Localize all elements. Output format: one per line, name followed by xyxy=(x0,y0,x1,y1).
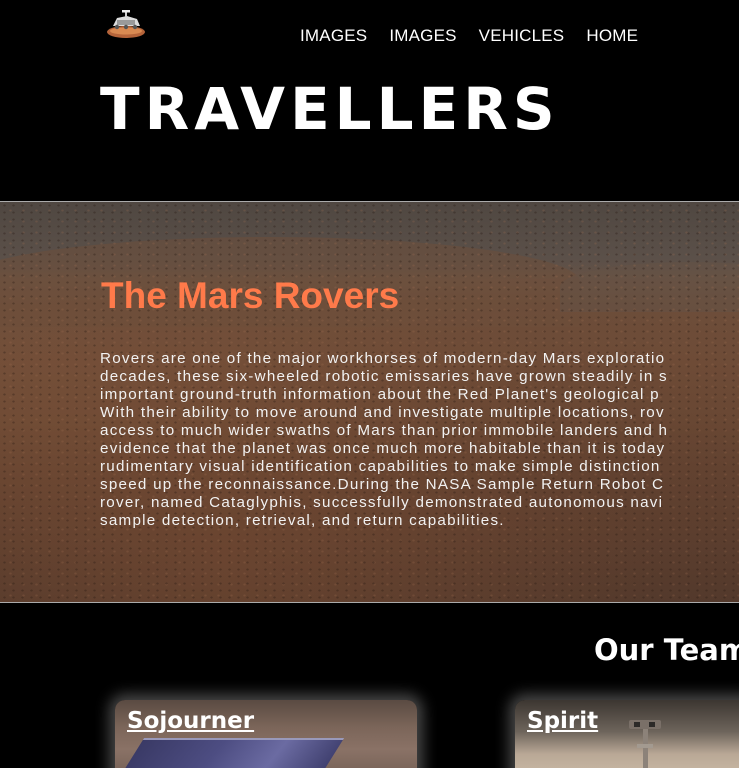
team-card-label-sojourner[interactable]: Sojourner xyxy=(127,706,254,736)
site-header: IMAGES IMAGES VEHICLES HOME TRAVELLERS xyxy=(0,0,739,201)
hero-title: The Mars Rovers xyxy=(101,275,400,316)
hero-line: With their ability to move around and in… xyxy=(100,404,665,421)
nav-item-home[interactable]: HOME xyxy=(586,26,638,46)
hero-line: rudimentary visual identification capabi… xyxy=(100,458,661,475)
team-card-spirit[interactable]: Spirit xyxy=(515,700,739,768)
nav-item-vehicles[interactable]: VEHICLES xyxy=(479,26,565,46)
team-section-title: Our Team xyxy=(594,633,739,667)
sojourner-image xyxy=(117,738,345,768)
site-title: TRAVELLERS xyxy=(100,75,560,143)
hero-line: access to much wider swaths of Mars than… xyxy=(100,422,669,439)
hero-line: sample detection, retrieval, and return … xyxy=(100,512,505,529)
hero-line: speed up the reconnaissance.During the N… xyxy=(100,476,665,493)
main-nav: IMAGES IMAGES VEHICLES HOME xyxy=(300,26,660,46)
hero-line: Rovers are one of the major workhorses o… xyxy=(100,350,666,367)
page: IMAGES IMAGES VEHICLES HOME TRAVELLERS T… xyxy=(0,0,739,768)
hero-line: rover, named Cataglyphis, successfully d… xyxy=(100,494,664,511)
hero-line: evidence that the planet was once much m… xyxy=(100,440,666,457)
team-card-label-spirit[interactable]: Spirit xyxy=(527,706,598,736)
hero-line: decades, these six-wheeled robotic emiss… xyxy=(100,368,668,385)
nav-item-images-2[interactable]: IMAGES xyxy=(389,26,456,46)
hero-section: The Mars Rovers Rovers are one of the ma… xyxy=(0,201,739,603)
spirit-image xyxy=(629,720,661,768)
team-card-sojourner[interactable]: Sojourner xyxy=(115,700,417,768)
hero-line: important ground-truth information about… xyxy=(100,386,660,403)
rover-logo-icon[interactable] xyxy=(105,8,147,40)
nav-item-images[interactable]: IMAGES xyxy=(300,26,367,46)
hero-paragraph: Rovers are one of the major workhorses o… xyxy=(100,350,739,530)
